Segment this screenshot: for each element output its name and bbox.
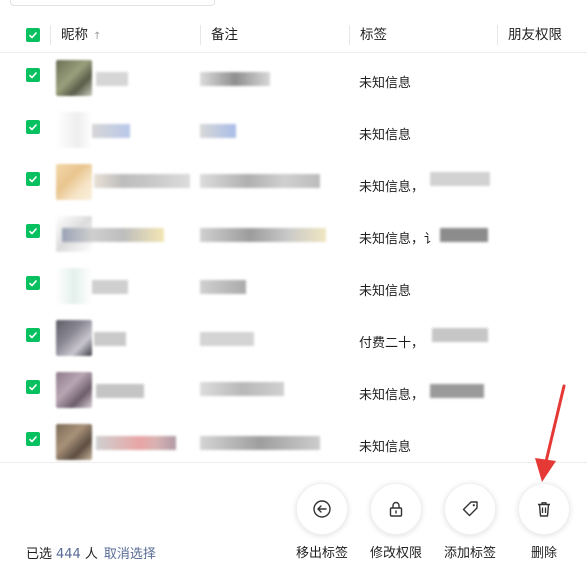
table-header: 昵称 ↑ 备注 标签 朋友权限 xyxy=(0,17,587,53)
tag-text: 未知信息，讠 xyxy=(359,232,438,247)
check-icon xyxy=(28,71,38,79)
cancel-selection-link[interactable]: 取消选择 xyxy=(104,547,156,562)
annotation-arrow-icon xyxy=(535,384,566,482)
column-remark: 备注 xyxy=(211,27,238,43)
nickname-text xyxy=(62,228,164,242)
add-tag-button[interactable]: 添加标签 xyxy=(442,483,498,561)
avatar xyxy=(56,424,92,460)
remove-from-tag-icon xyxy=(313,500,331,518)
tag-icon xyxy=(462,501,478,517)
tag-text-hidden xyxy=(430,172,490,186)
check-icon xyxy=(28,175,38,183)
nickname-text xyxy=(94,332,126,346)
table-row[interactable]: 未知信息， xyxy=(0,365,587,417)
trash-icon xyxy=(538,502,550,517)
column-permission: 朋友权限 xyxy=(508,27,562,43)
remark-text xyxy=(200,382,284,396)
column-nickname[interactable]: 昵称 ↑ xyxy=(61,17,101,53)
row-checkbox[interactable] xyxy=(26,328,40,342)
tag-text-hidden xyxy=(440,228,488,242)
check-icon xyxy=(28,383,38,391)
table-row[interactable]: 未知信息， xyxy=(0,157,587,209)
row-checkbox[interactable] xyxy=(26,224,40,238)
table-row[interactable]: 未知信息，讠 xyxy=(0,209,587,261)
avatar xyxy=(56,112,92,148)
row-checkbox[interactable] xyxy=(26,432,40,446)
remark-text xyxy=(200,72,270,86)
select-all-checkbox[interactable] xyxy=(26,28,40,42)
check-icon xyxy=(28,227,38,235)
selected-count: 444 xyxy=(56,547,81,562)
nickname-text xyxy=(96,436,176,450)
remark-text xyxy=(200,124,236,138)
search-input[interactable] xyxy=(10,0,215,6)
avatar xyxy=(56,372,92,408)
row-checkbox[interactable] xyxy=(26,68,40,82)
remark-text xyxy=(200,332,254,346)
remark-text xyxy=(200,228,326,242)
table-row[interactable]: 未知信息 xyxy=(0,105,587,157)
remark-text xyxy=(200,174,320,188)
avatar xyxy=(56,60,92,96)
tag-text: 未知信息 xyxy=(359,76,412,91)
sort-up-icon: ↑ xyxy=(93,31,102,42)
avatar xyxy=(56,320,92,356)
avatar xyxy=(56,164,92,200)
tag-text: 未知信息 xyxy=(359,440,412,455)
remove-from-tag-button[interactable]: 移出标签 xyxy=(294,483,350,561)
nickname-text xyxy=(92,280,128,294)
check-icon xyxy=(28,279,38,287)
tag-text: 未知信息， xyxy=(359,180,425,195)
table-row[interactable]: 付费二十， xyxy=(0,313,587,365)
tag-text: 未知信息 xyxy=(359,284,412,299)
column-tags: 标签 xyxy=(360,27,387,43)
table-row[interactable]: 未知信息 xyxy=(0,261,587,313)
check-icon xyxy=(28,331,38,339)
nickname-text xyxy=(94,174,190,188)
edit-permission-button[interactable]: 修改权限 xyxy=(368,483,424,561)
selection-summary: 已选 444 人取消选择 xyxy=(26,547,156,562)
tag-text: 未知信息， xyxy=(359,388,425,403)
selection-toolbar: 已选 444 人取消选择 移出标签 修改权限 添加标签 删除 xyxy=(0,462,587,570)
tag-text: 付费二十， xyxy=(359,336,425,351)
nickname-text xyxy=(96,384,144,398)
lock-icon xyxy=(389,501,403,517)
tag-text-hidden xyxy=(430,384,484,398)
remark-text xyxy=(200,280,246,294)
row-checkbox[interactable] xyxy=(26,380,40,394)
nickname-text xyxy=(92,124,130,138)
check-icon xyxy=(28,435,38,443)
table-row[interactable]: 未知信息 xyxy=(0,53,587,105)
avatar xyxy=(56,268,92,304)
check-icon xyxy=(28,123,38,131)
remark-text xyxy=(200,436,320,450)
row-checkbox[interactable] xyxy=(26,120,40,134)
tag-text-hidden xyxy=(432,328,488,342)
tag-text: 未知信息 xyxy=(359,128,412,143)
check-icon xyxy=(28,31,38,39)
row-checkbox[interactable] xyxy=(26,276,40,290)
nickname-text xyxy=(96,72,128,86)
delete-button[interactable]: 删除 xyxy=(516,483,572,561)
row-checkbox[interactable] xyxy=(26,172,40,186)
